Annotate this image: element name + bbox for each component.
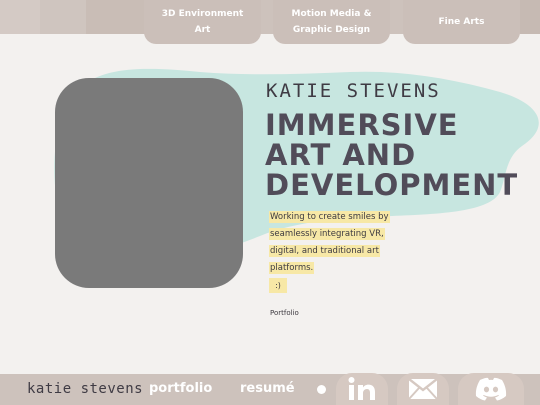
headline-line: IMMERSIVE: [265, 108, 459, 142]
description-line: Working to create smiles by: [269, 209, 399, 226]
description-line: digital, and traditional art: [269, 243, 399, 260]
description-text: Working to create smiles by: [269, 211, 390, 223]
linkedin-icon: [348, 377, 375, 400]
author-name: KATIE STEVENS: [266, 80, 441, 102]
discord-icon: [475, 377, 507, 401]
hero-description: Working to create smiles by seamlessly i…: [269, 209, 399, 277]
linkedin-button[interactable]: [336, 373, 388, 405]
mail-icon: [408, 378, 438, 400]
description-line: seamlessly integrating VR,: [269, 226, 399, 243]
headline-line: ART AND: [265, 138, 417, 172]
hero-headline: IMMERSIVE ART AND DEVELOPMENT: [265, 110, 525, 200]
discord-button[interactable]: [458, 373, 524, 405]
headline-line: DEVELOPMENT: [265, 168, 519, 202]
description-line: platforms.: [269, 260, 399, 277]
description-text: platforms.: [269, 262, 315, 274]
description-text: digital, and traditional art: [269, 245, 380, 257]
description-text: seamlessly integrating VR,: [269, 228, 385, 240]
nav-resume-link[interactable]: resumé: [240, 381, 295, 396]
brand-name[interactable]: katie stevens: [27, 381, 143, 397]
portfolio-link[interactable]: Portfolio: [270, 309, 299, 317]
nav-portfolio-link[interactable]: portfolio: [149, 381, 212, 396]
email-button[interactable]: [397, 373, 449, 405]
profile-photo-placeholder: [55, 78, 243, 288]
separator-dot: [317, 385, 326, 394]
smile-emoticon: :): [269, 278, 287, 293]
